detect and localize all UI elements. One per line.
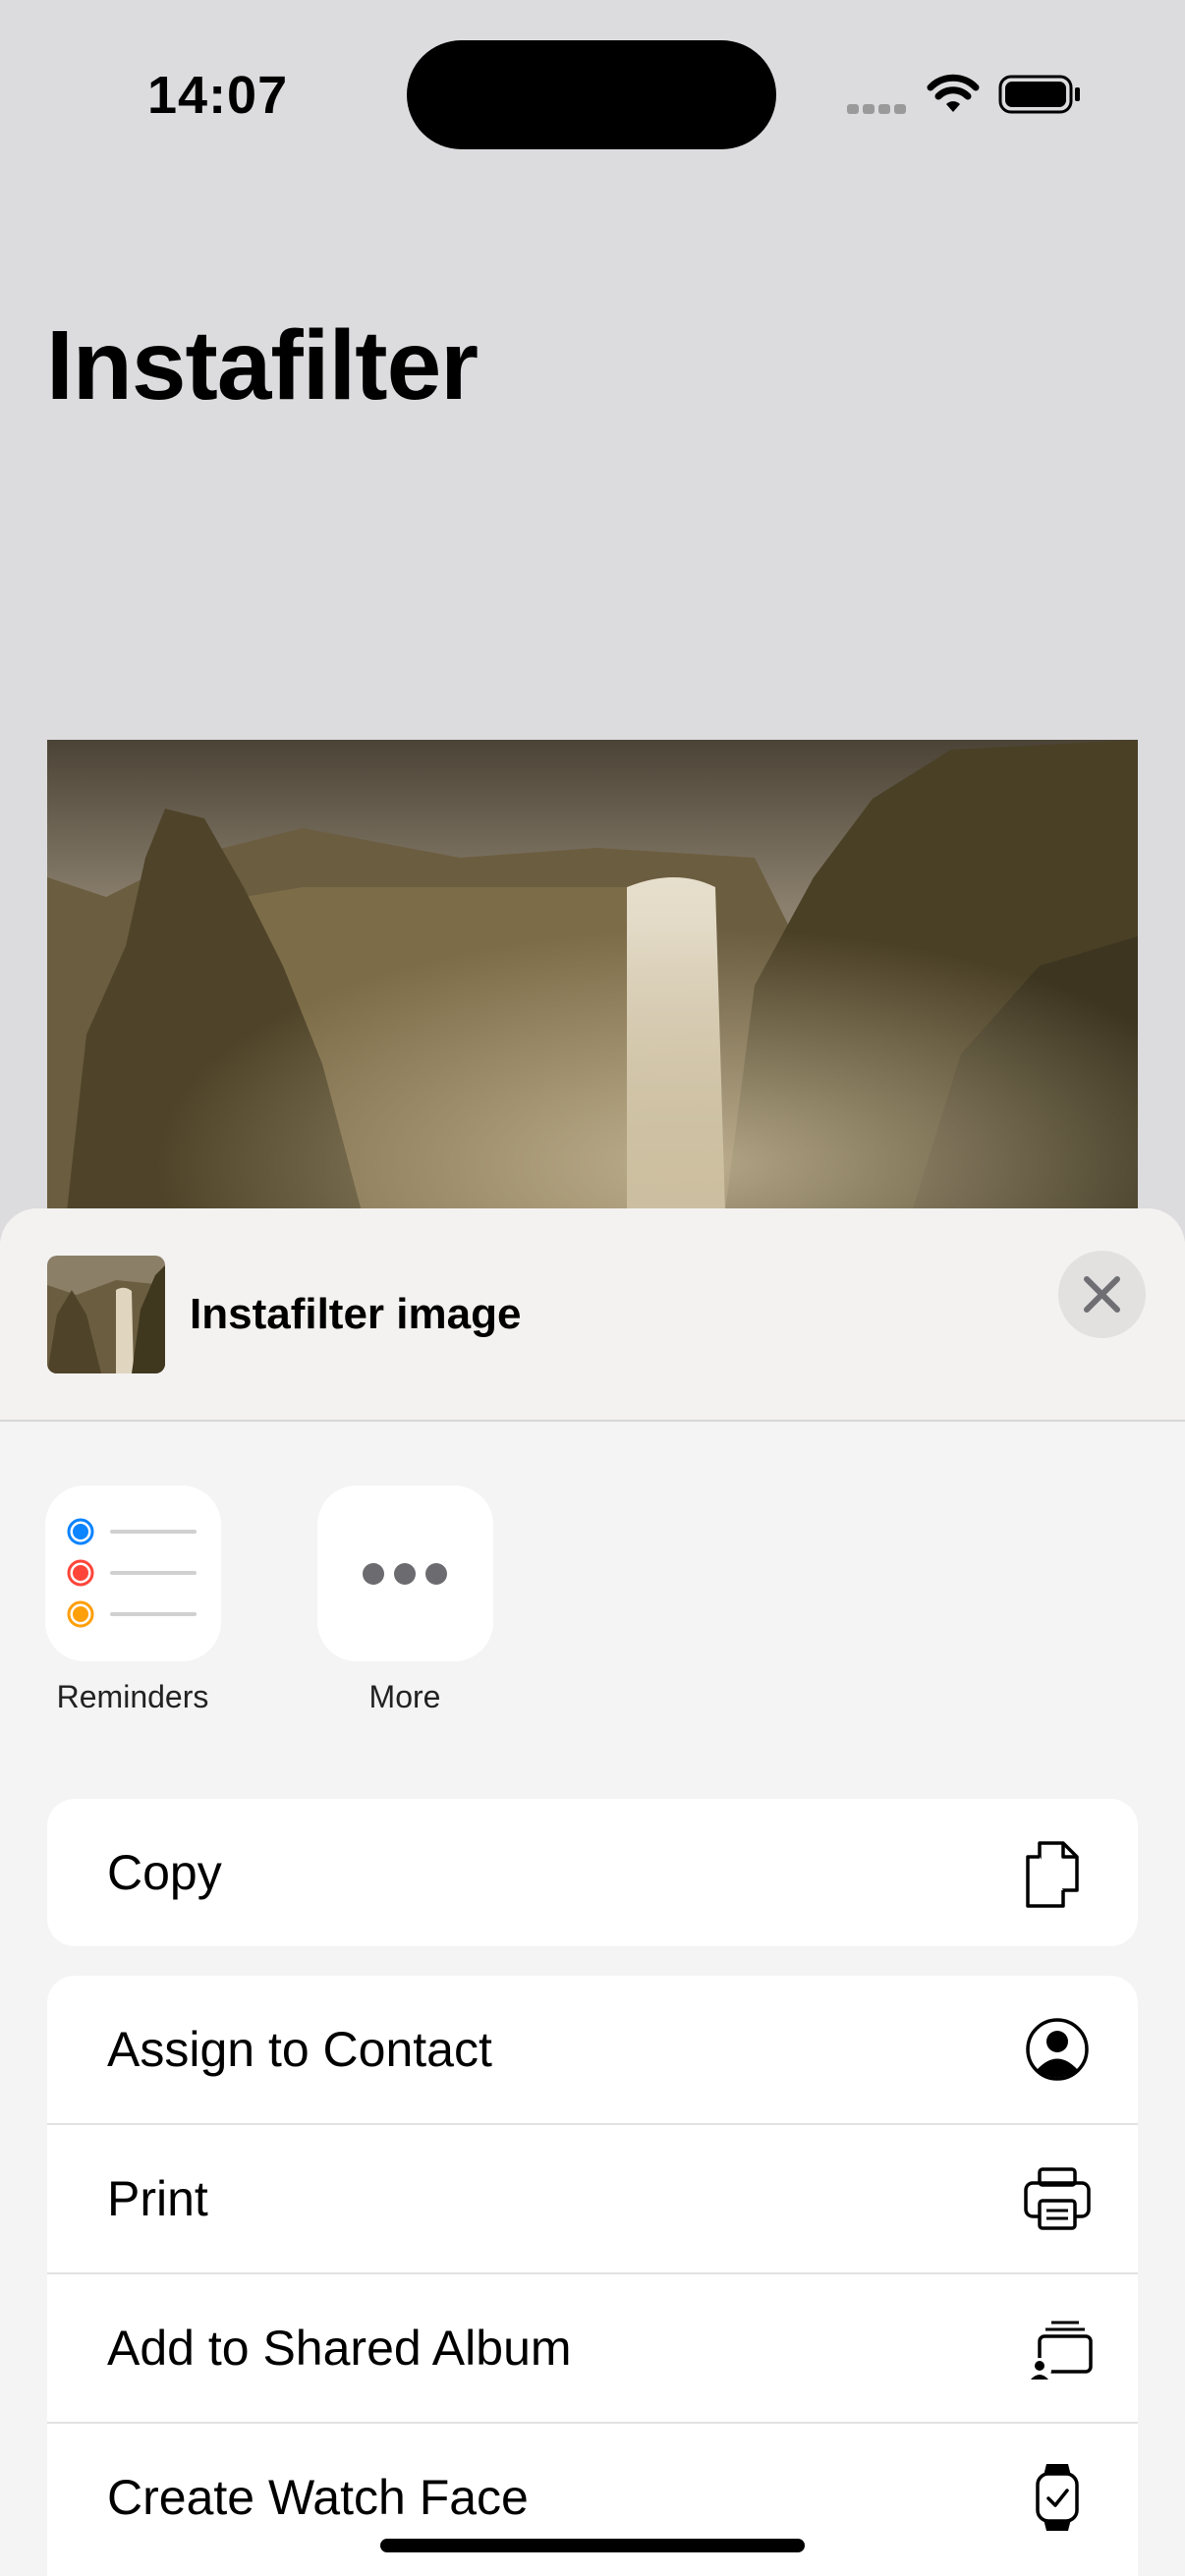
app-label-reminders: Reminders xyxy=(56,1679,209,1714)
cellular-signal-icon xyxy=(847,104,906,114)
app-label-more: More xyxy=(368,1679,441,1714)
status-time: 14:07 xyxy=(147,66,289,125)
action-label-copy: Copy xyxy=(107,1845,222,1900)
dynamic-island xyxy=(407,40,776,149)
person-circle-icon xyxy=(1026,2018,1089,2081)
page-title: Instafilter xyxy=(46,310,479,420)
action-add-to-shared-album[interactable]: Add to Shared Album xyxy=(47,2274,1138,2424)
image-thumbnail xyxy=(47,1256,165,1373)
shared-album-icon xyxy=(1028,2321,1093,2381)
reminders-app-button[interactable] xyxy=(45,1485,221,1661)
more-icon xyxy=(363,1563,447,1585)
close-button[interactable] xyxy=(1058,1251,1146,1338)
printer-icon xyxy=(1024,2167,1091,2230)
action-label-print: Print xyxy=(107,2171,208,2226)
battery-icon xyxy=(998,75,1080,114)
watch-icon xyxy=(1036,2464,1079,2531)
reminders-icon xyxy=(67,1518,197,1628)
action-group-more: Assign to Contact Print Add to Shared Al… xyxy=(47,1976,1138,2576)
share-sheet: Instafilter image Reminders More Copy As… xyxy=(0,1208,1185,2576)
copy-icon xyxy=(1026,1841,1079,1908)
action-label-assign-to-contact: Assign to Contact xyxy=(107,2022,492,2077)
close-icon xyxy=(1084,1276,1120,1313)
wifi-icon xyxy=(927,74,980,112)
share-sheet-header: Instafilter image xyxy=(0,1208,1185,1422)
action-label-add-to-shared-album: Add to Shared Album xyxy=(107,2321,572,2376)
share-title: Instafilter image xyxy=(190,1290,522,1338)
home-indicator[interactable] xyxy=(380,2539,805,2552)
action-copy[interactable]: Copy xyxy=(47,1799,1138,1946)
more-apps-button[interactable] xyxy=(317,1485,493,1661)
action-assign-to-contact[interactable]: Assign to Contact xyxy=(47,1976,1138,2125)
filtered-photo[interactable] xyxy=(47,740,1138,1211)
action-group-copy: Copy xyxy=(47,1799,1138,1946)
action-print[interactable]: Print xyxy=(47,2125,1138,2274)
